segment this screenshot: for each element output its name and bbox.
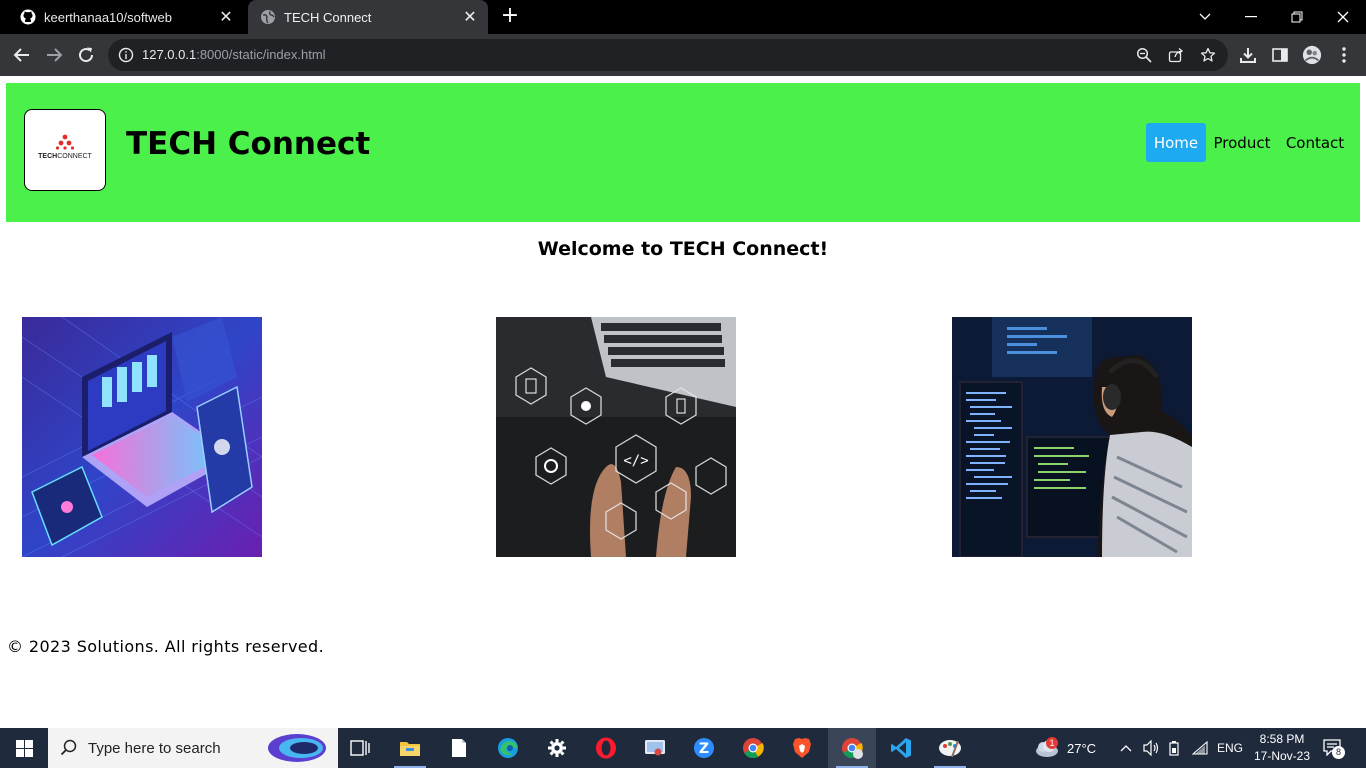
back-icon[interactable]	[10, 43, 34, 67]
snipping-tool-icon[interactable]	[631, 728, 679, 768]
restore-icon[interactable]	[1274, 0, 1320, 34]
logo-mark-icon	[56, 134, 74, 150]
weather-temp: 27°C	[1067, 740, 1097, 756]
language-indicator[interactable]: ENG	[1217, 728, 1243, 768]
globe-icon	[260, 9, 276, 25]
weather-badge: 1	[1046, 737, 1058, 749]
bookmark-star-icon[interactable]	[1200, 47, 1216, 63]
download-icon[interactable]	[1238, 45, 1258, 65]
tech-image-developer	[952, 317, 1192, 557]
welcome-heading: Welcome to TECH Connect!	[537, 238, 829, 260]
menu-kebab-icon[interactable]	[1334, 45, 1354, 65]
edge-icon[interactable]	[484, 728, 532, 768]
close-icon[interactable]: ✕	[214, 7, 238, 27]
site-footer: © 2023 Solutions. All rights reserved.	[7, 637, 325, 656]
vscode-icon[interactable]	[877, 728, 925, 768]
site-logo[interactable]: TECHCONNECT	[24, 109, 106, 191]
search-placeholder: Type here to search	[88, 740, 221, 757]
browser-toolbar: 127.0.0.1:8000/static/index.html	[0, 34, 1366, 76]
svg-text:</>: </>	[623, 453, 648, 469]
tech-image-hands-icons: </>	[496, 317, 736, 557]
browser-tab-strip: keerthanaa10/softweb ✕ TECH Connect ✕ +	[0, 0, 1366, 34]
site-title: TECH Connect	[126, 126, 371, 162]
share-icon[interactable]	[1168, 47, 1184, 63]
tab-tech-connect[interactable]: TECH Connect ✕	[248, 0, 488, 34]
paint-icon[interactable]	[926, 728, 974, 768]
opera-icon[interactable]	[582, 728, 630, 768]
clock-date: 17-Nov-23	[1253, 749, 1311, 763]
zoom-icon[interactable]	[1136, 47, 1152, 63]
notification-center-icon[interactable]: 8	[1322, 728, 1345, 768]
nav-home[interactable]: Home	[1146, 123, 1206, 162]
github-icon	[20, 9, 36, 25]
url-path: :8000/static/index.html	[196, 47, 326, 62]
site-header: TECHCONNECT TECH Connect Home Product Co…	[6, 83, 1360, 222]
chrome-icon[interactable]	[729, 728, 777, 768]
logo-word-bold: TECH	[38, 153, 58, 160]
logo-wordmark: TECHCONNECT	[25, 153, 105, 160]
chrome-profile-icon[interactable]	[828, 728, 876, 768]
notification-badge: 8	[1332, 746, 1345, 759]
task-view-icon[interactable]	[336, 728, 384, 768]
battery-icon[interactable]	[1168, 728, 1180, 768]
side-panel-icon[interactable]	[1270, 45, 1290, 65]
address-bar[interactable]: 127.0.0.1:8000/static/index.html	[108, 39, 1228, 71]
tab-github[interactable]: keerthanaa10/softweb ✕	[8, 0, 244, 34]
notepad-icon[interactable]	[435, 728, 483, 768]
weather-cloud-icon: 1	[1034, 737, 1060, 759]
new-tab-button[interactable]: +	[498, 4, 522, 28]
logo-word-light: CONNECT	[57, 153, 92, 160]
clock-time: 8:58 PM	[1259, 732, 1305, 746]
profile-avatar-icon[interactable]	[1302, 45, 1322, 65]
taskbar-search-input[interactable]: Type here to search	[48, 728, 338, 768]
wifi-icon[interactable]	[1192, 728, 1208, 768]
tech-image-laptop	[22, 317, 262, 557]
chevron-up-icon[interactable]	[1120, 728, 1132, 768]
file-explorer-icon[interactable]	[386, 728, 434, 768]
brave-icon[interactable]	[778, 728, 826, 768]
windows-start-icon[interactable]	[0, 728, 48, 768]
windows-taskbar: Type here to search Z 1 27°C ENG 8:58 PM…	[0, 728, 1366, 768]
url-text: 127.0.0.1:8000/static/index.html	[142, 47, 326, 62]
close-window-icon[interactable]	[1320, 0, 1366, 34]
volume-icon[interactable]	[1143, 728, 1161, 768]
forward-icon[interactable]	[42, 43, 66, 67]
nav-contact[interactable]: Contact	[1283, 123, 1347, 162]
zoom-app-icon[interactable]: Z	[680, 728, 728, 768]
info-icon[interactable]	[118, 47, 134, 67]
system-clock[interactable]: 8:58 PM 17-Nov-23	[1244, 731, 1320, 765]
minimize-icon[interactable]	[1228, 0, 1274, 34]
chevron-down-icon[interactable]	[1182, 0, 1228, 34]
search-icon	[60, 739, 78, 761]
weather-widget[interactable]: 1 27°C	[1034, 728, 1096, 768]
svg-text:Z: Z	[699, 741, 709, 757]
settings-gear-icon[interactable]	[533, 728, 581, 768]
nav-product[interactable]: Product	[1211, 123, 1273, 162]
search-highlight-icon	[266, 732, 328, 764]
close-icon[interactable]: ✕	[458, 7, 482, 27]
tab-title: keerthanaa10/softweb	[44, 9, 172, 25]
language-label: ENG	[1217, 741, 1244, 755]
url-host: 127.0.0.1	[142, 47, 197, 62]
reload-icon[interactable]	[74, 43, 98, 67]
tab-title: TECH Connect	[284, 9, 372, 25]
